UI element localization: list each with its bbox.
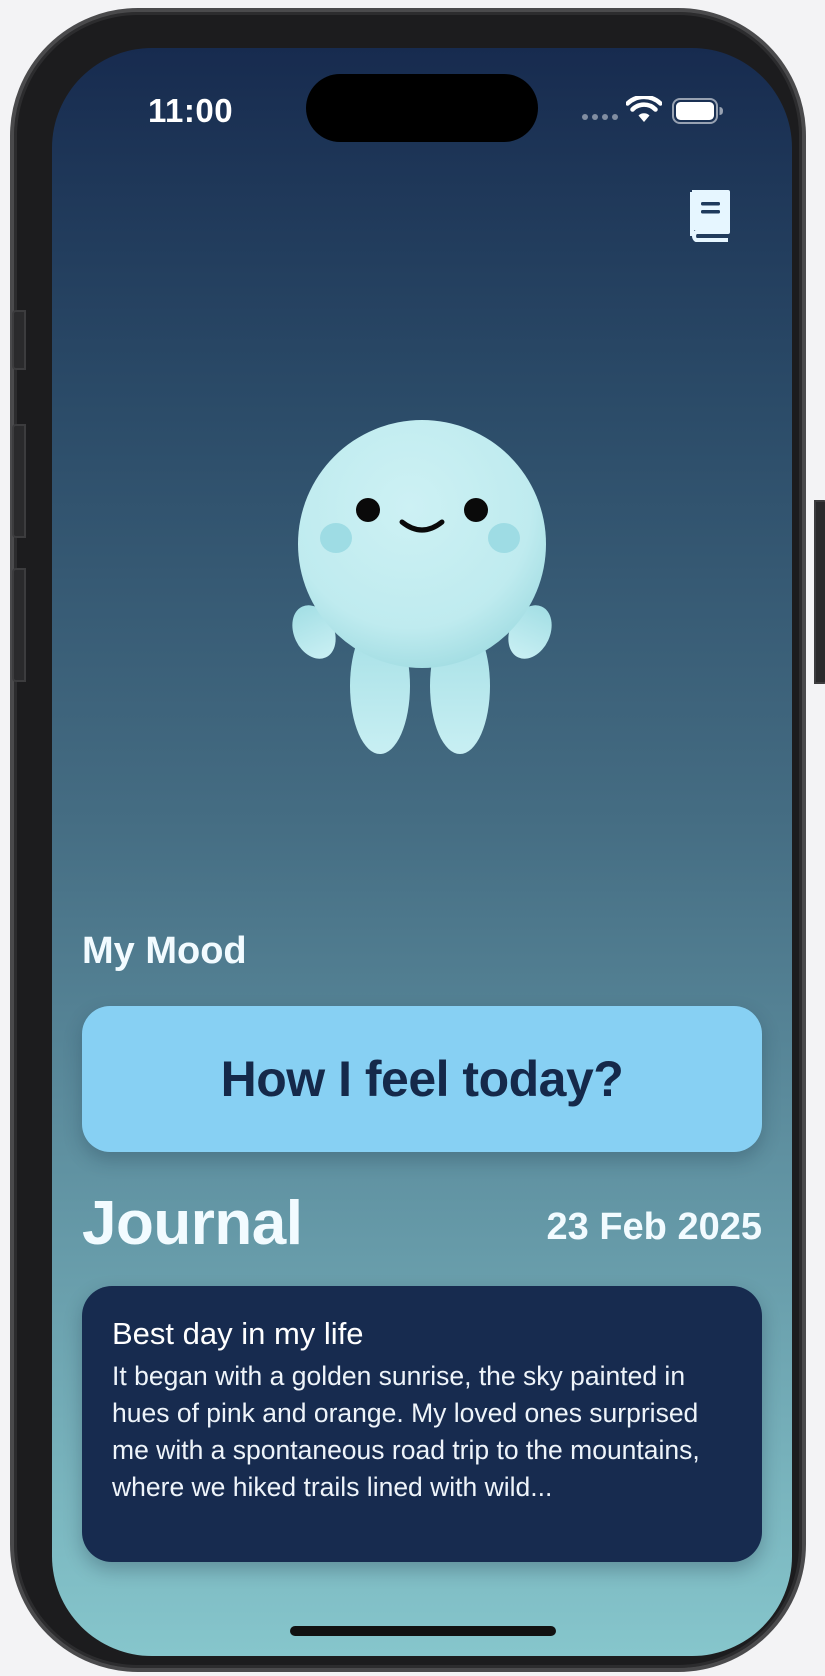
action-button <box>12 310 26 370</box>
journal-date: 23 Feb 2025 <box>546 1206 762 1248</box>
my-mood-title: My Mood <box>82 930 247 972</box>
dynamic-island <box>306 74 538 142</box>
volume-up-button <box>12 424 26 538</box>
how-i-feel-button[interactable]: How I feel today? <box>82 1006 762 1152</box>
app-screen: 11:00 My Mood How I feel today? Journal … <box>52 48 792 1656</box>
journal-title: Journal <box>82 1189 303 1258</box>
phone-frame: 11:00 My Mood How I feel today? Journal … <box>10 8 825 1672</box>
how-i-feel-label: How I feel today? <box>220 1051 624 1107</box>
volume-down-button <box>12 568 26 682</box>
entry-title: Best day in my life <box>112 1316 364 1351</box>
journal-entry-card[interactable]: Best day in my life It began with a gold… <box>82 1286 762 1562</box>
entry-body: It began with a golden sunrise, the sky … <box>112 1361 700 1502</box>
home-indicator[interactable] <box>290 1626 556 1636</box>
battery-icon <box>672 98 723 124</box>
mascot-illustration <box>292 420 552 754</box>
cellular-signal-icon <box>582 114 618 120</box>
power-button <box>814 500 825 684</box>
book-icon[interactable] <box>686 190 732 242</box>
status-time: 11:00 <box>148 92 234 129</box>
wifi-icon <box>626 96 662 122</box>
